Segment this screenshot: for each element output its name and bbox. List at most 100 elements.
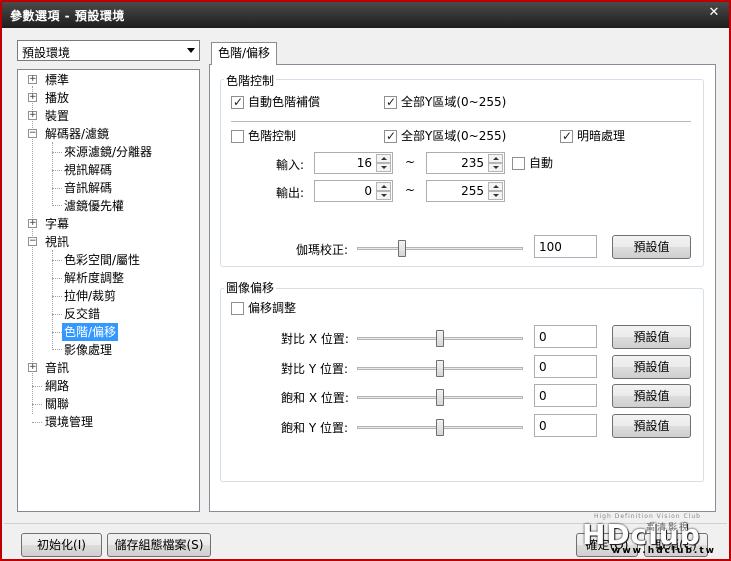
tree-guide (52, 250, 53, 348)
saturation-y-value-field[interactable]: 0 (534, 414, 597, 437)
slider-thumb[interactable] (436, 419, 444, 436)
saturation-x-value-field[interactable]: 0 (534, 384, 597, 407)
spin-buttons[interactable] (488, 154, 503, 172)
expand-icon[interactable]: + (28, 93, 37, 102)
spin-buttons[interactable] (376, 182, 391, 200)
contrast-y-value-field[interactable]: 0 (534, 355, 597, 378)
range-separator: ~ (405, 183, 416, 197)
input-high-stepper[interactable]: 235 (426, 152, 505, 174)
spin-buttons[interactable] (488, 182, 503, 200)
save-config-button[interactable]: 儲存組態檔案(S) (107, 533, 211, 557)
preferences-window: 參數選項 - 預設環境 ✕ 預設環境 + 標準 + 播放 + 裝置 − 解碼器/… (0, 0, 731, 561)
gamma-default-button[interactable]: 預設值 (612, 235, 691, 259)
spin-up-icon[interactable] (488, 154, 503, 163)
slider-thumb[interactable] (436, 389, 444, 406)
expand-icon[interactable]: + (28, 75, 37, 84)
spin-down-icon[interactable] (488, 163, 503, 172)
tree-item-label: 濾鏡優先權 (64, 199, 125, 213)
init-button[interactable]: 初始化(I) (21, 533, 102, 557)
checkbox-box[interactable] (231, 94, 244, 110)
chevron-down-icon[interactable] (187, 48, 195, 53)
tree-item-label: 反交錯 (64, 307, 101, 321)
offset-row-label: 飽和 X 位置: (281, 391, 349, 405)
checkbox-label: 自動 (529, 156, 554, 170)
tab-levels-offset[interactable]: 色階/偏移 (211, 42, 278, 65)
expand-icon[interactable]: + (28, 219, 37, 228)
tree-item-label: 網路 (45, 379, 70, 393)
checkbox-box[interactable] (384, 128, 397, 144)
title-bar[interactable]: 參數選項 - 預設環境 ✕ (2, 2, 729, 28)
contrast-y-default-button[interactable]: 預設值 (612, 355, 691, 379)
tree-item-label: 色彩空間/屬性 (64, 253, 141, 267)
saturation-y-slider[interactable] (357, 417, 523, 437)
checkbox-box[interactable] (231, 130, 244, 143)
slider-thumb[interactable] (436, 330, 444, 347)
levels-group-title: 色階控制 (224, 72, 277, 89)
offset-row-label: 對比 X 位置: (281, 332, 349, 346)
tree-guide (32, 386, 42, 387)
category-tree[interactable]: + 標準 + 播放 + 裝置 − 解碼器/濾鏡 來源濾鏡/分離器 視訊解碼 音訊… (17, 69, 200, 512)
expand-icon[interactable]: + (28, 111, 37, 120)
output-high-stepper[interactable]: 255 (426, 180, 505, 202)
tree-guide (52, 332, 62, 333)
tree-item-label: 解析度調整 (64, 271, 125, 285)
saturation-y-default-button[interactable]: 預設值 (612, 414, 691, 438)
tree-guide (52, 260, 62, 261)
contrast-x-value-field[interactable]: 0 (534, 325, 597, 348)
slider-thumb[interactable] (436, 360, 444, 377)
tree-guide (32, 404, 42, 405)
slider-thumb[interactable] (398, 240, 406, 257)
output-low-stepper[interactable]: 0 (314, 180, 393, 202)
spin-up-icon[interactable] (376, 154, 391, 163)
spin-down-icon[interactable] (376, 191, 391, 200)
checkbox-box[interactable] (231, 302, 244, 315)
tree-guide (52, 349, 62, 350)
saturation-x-default-button[interactable]: 預設值 (612, 384, 691, 408)
checkbox-box[interactable] (384, 94, 397, 110)
checkbox-box[interactable] (560, 128, 573, 144)
output-low-value: 0 (364, 184, 372, 198)
saturation-x-slider[interactable] (357, 387, 523, 407)
offset-value: 0 (539, 419, 547, 433)
checkbox-box[interactable] (512, 157, 525, 170)
offset-row-label: 對比 Y 位置: (281, 362, 349, 376)
expand-icon[interactable]: + (28, 363, 37, 372)
contrast-x-default-button[interactable]: 預設值 (612, 325, 691, 349)
tree-item-label: 字幕 (45, 217, 70, 231)
tree-guide (52, 188, 62, 189)
gamma-slider[interactable] (357, 238, 523, 258)
spin-buttons[interactable] (376, 154, 391, 172)
input-low-stepper[interactable]: 16 (314, 152, 393, 174)
tab-panel: 色階控制 自動色階補償 全部Y區域(0~255) 色階控制 全部Y區域(0~25… (209, 64, 716, 512)
collapse-icon[interactable]: − (28, 129, 37, 138)
collapse-icon[interactable]: − (28, 237, 37, 246)
spin-up-icon[interactable] (488, 182, 503, 191)
tree-item-label: 播放 (45, 91, 70, 105)
window-client: 預設環境 + 標準 + 播放 + 裝置 − 解碼器/濾鏡 來源濾鏡/分離器 視訊… (4, 28, 727, 559)
tree-guide (32, 422, 42, 423)
gamma-value-field[interactable]: 100 (534, 235, 597, 258)
input-low-value: 16 (356, 156, 372, 170)
slider-track (357, 247, 523, 250)
spin-down-icon[interactable] (376, 163, 391, 172)
range-separator: ~ (405, 155, 416, 169)
contrast-y-slider[interactable] (357, 358, 523, 378)
tree-guide (52, 205, 62, 206)
tree-guide (52, 278, 62, 279)
checkbox-label: 明暗處理 (577, 129, 626, 143)
spin-up-icon[interactable] (376, 182, 391, 191)
tree-item-label: 拉伸/裁剪 (64, 289, 117, 303)
checkbox-label: 全部Y區域(0~255) (401, 95, 507, 109)
gamma-label: 伽瑪校正: (296, 243, 349, 257)
close-icon[interactable]: ✕ (706, 5, 722, 21)
watermark-url: www.hdclub.tw (612, 546, 716, 556)
input-high-value: 235 (461, 156, 484, 170)
tree-item-label: 視訊 (45, 235, 70, 249)
spin-down-icon[interactable] (488, 191, 503, 200)
tree-item-label: 關聯 (45, 397, 70, 411)
tree-item-label: 色階/偏移 (62, 323, 119, 341)
tab-label: 色階/偏移 (218, 46, 271, 60)
profile-selected: 預設環境 (22, 46, 71, 60)
profile-dropdown[interactable]: 預設環境 (17, 40, 200, 61)
contrast-x-slider[interactable] (357, 328, 523, 348)
